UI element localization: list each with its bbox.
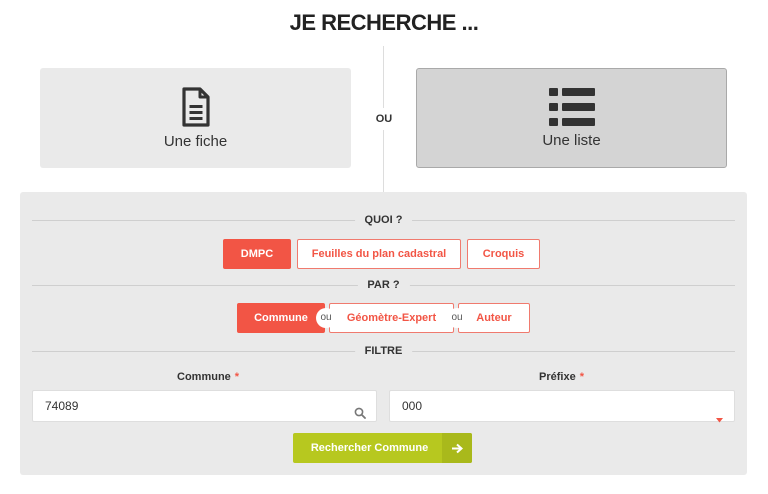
commune-input-value: 74089 (45, 399, 79, 413)
section-par: PAR ? (32, 278, 735, 292)
commune-input[interactable]: 74089 (32, 390, 377, 422)
par-option-auteur[interactable]: Auteur (458, 303, 530, 333)
prefixe-select[interactable]: 000 (389, 390, 735, 423)
section-par-heading: PAR ? (357, 278, 410, 292)
prefixe-label: Préfixe * (539, 371, 584, 383)
rechercher-commune-label: Rechercher Commune (310, 442, 429, 454)
prefixe-label-text: Préfixe (539, 371, 576, 383)
commune-label-text: Commune (177, 371, 231, 383)
choice-une-fiche[interactable]: Une fiche (40, 68, 351, 168)
section-filtre-heading: FILTRE (354, 344, 413, 358)
prefixe-select-value: 000 (402, 399, 423, 413)
commune-label: Commune * (177, 371, 239, 383)
section-filtre: FILTRE (32, 344, 735, 358)
section-quoi: QUOI ? (32, 213, 735, 227)
choice-une-liste-label: Une liste (542, 131, 601, 149)
par-separator: ou (447, 308, 467, 328)
required-mark: * (234, 371, 240, 383)
choice-une-liste[interactable]: Une liste (416, 68, 727, 168)
arrow-right-icon (442, 433, 472, 463)
par-option-commune[interactable]: Commune (237, 303, 325, 333)
rechercher-commune-button[interactable]: Rechercher Commune (293, 433, 472, 463)
par-separator: ou (316, 308, 336, 328)
page-title: JE RECHERCHE ... (289, 10, 479, 35)
section-quoi-heading: QUOI ? (354, 213, 413, 227)
caret-down-icon (716, 404, 723, 423)
list-icon (548, 87, 595, 126)
document-icon (181, 86, 211, 127)
quoi-option-croquis[interactable]: Croquis (467, 239, 540, 269)
quoi-option-feuilles[interactable]: Feuilles du plan cadastral (297, 239, 461, 269)
choice-une-fiche-label: Une fiche (163, 132, 228, 150)
search-panel: QUOI ? DMPC Feuilles du plan cadastral C… (20, 192, 747, 475)
quoi-option-dmpc[interactable]: DMPC (223, 239, 291, 269)
search-icon[interactable] (354, 400, 366, 419)
par-option-geometre-expert[interactable]: Géomètre-Expert (329, 303, 454, 333)
required-mark: * (579, 371, 584, 383)
choice-separator: OU (366, 108, 402, 130)
